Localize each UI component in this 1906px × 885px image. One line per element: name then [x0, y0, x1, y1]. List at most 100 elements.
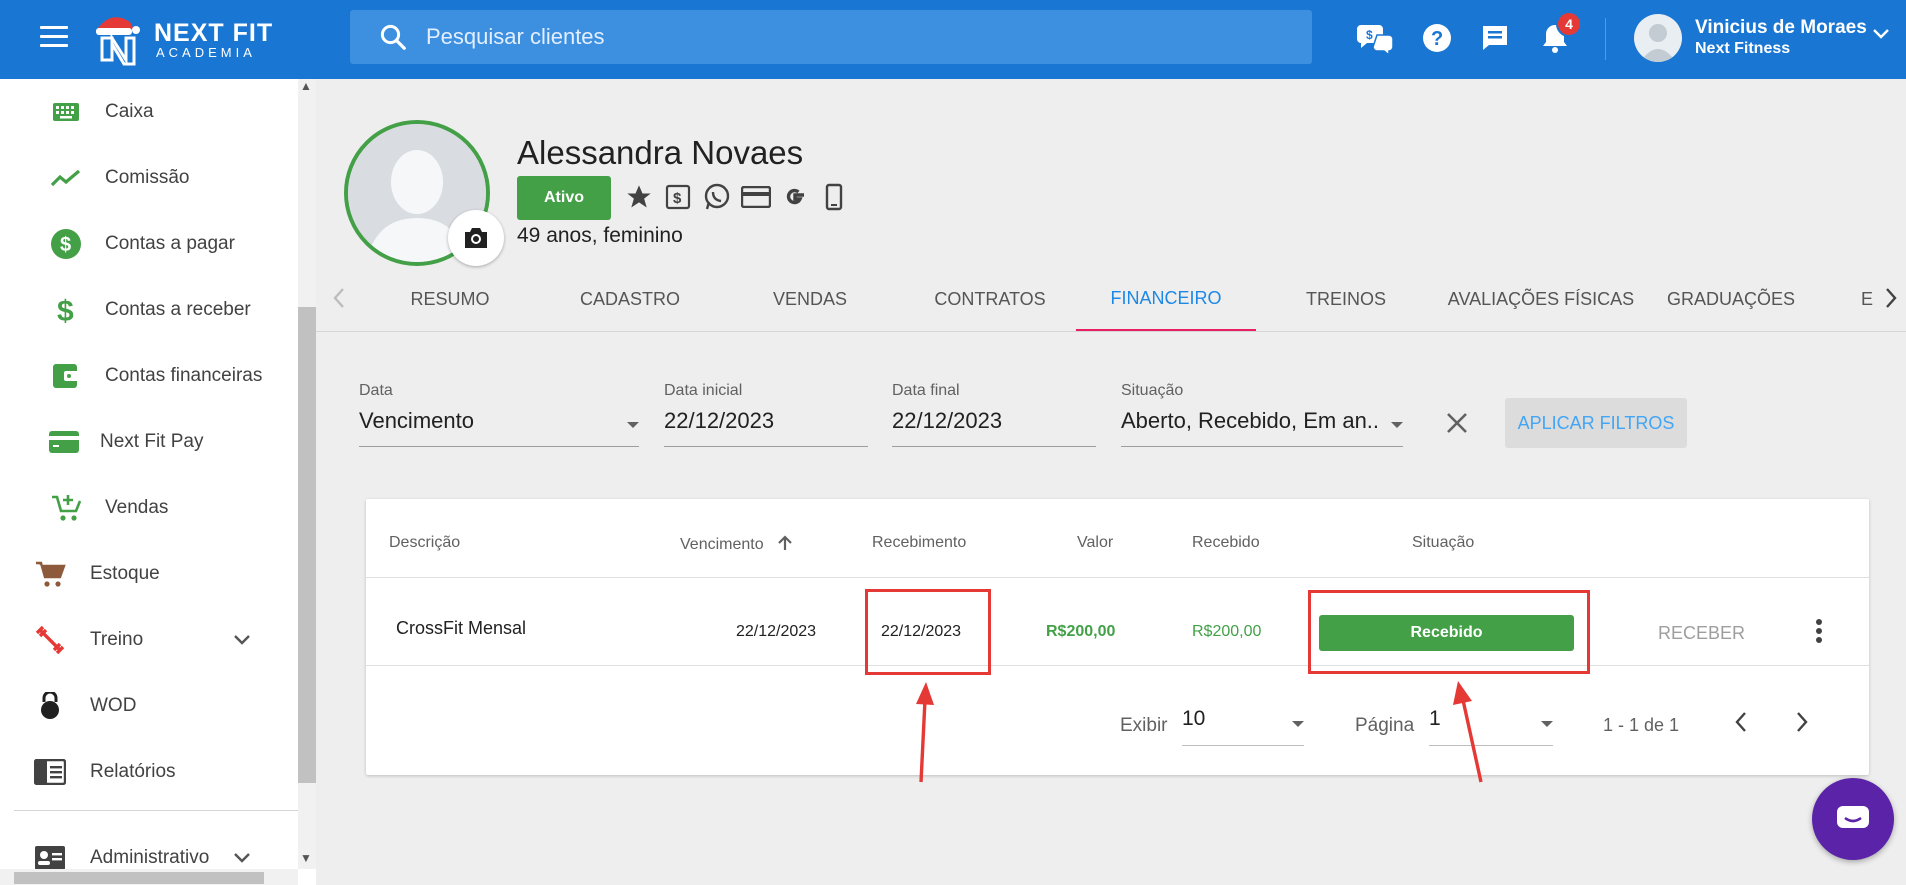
filter-data-label: Data — [359, 382, 393, 399]
pagination-exibir-label: Exibir — [1120, 715, 1168, 736]
status-badge[interactable]: Ativo — [517, 176, 611, 220]
tab-cadastro[interactable]: CADASTRO — [540, 268, 720, 331]
svg-text:$: $ — [673, 190, 682, 207]
filter-situacao[interactable]: Situação Aberto, Recebido, Em an... — [1121, 382, 1403, 448]
filter-inicial-label: Data inicial — [664, 382, 743, 399]
camera-icon[interactable] — [448, 210, 504, 266]
tab-vendas[interactable]: VENDAS — [720, 268, 900, 331]
scroll-down-icon[interactable]: ▼ — [300, 851, 312, 865]
tab-graduacoes[interactable]: GRADUAÇÕES — [1646, 268, 1816, 331]
sort-arrow-up-icon[interactable] — [776, 534, 794, 552]
chat-support-button[interactable] — [1812, 778, 1894, 860]
logo-title: NEXT FIT — [154, 19, 274, 47]
sidebar-item-estoque[interactable]: Estoque — [0, 541, 298, 607]
page-value: 1 — [1429, 707, 1441, 730]
table-divider — [366, 665, 1869, 666]
page-size-select[interactable]: 10 — [1182, 707, 1304, 747]
tab-financeiro[interactable]: FINANCEIRO — [1076, 268, 1256, 331]
sidebar-item-treino[interactable]: Treino — [0, 607, 298, 673]
filter-situacao-value: Aberto, Recebido, Em an... — [1121, 408, 1377, 433]
svg-text:$: $ — [57, 295, 74, 326]
cart-plus-icon — [48, 490, 84, 526]
whatsapp-icon[interactable] — [702, 180, 732, 214]
menu-icon[interactable] — [40, 26, 68, 50]
sidebar-scroll-thumb[interactable] — [298, 307, 316, 783]
search-icon — [380, 24, 406, 50]
sidebar: Caixa Comissão $ Contas a pagar $ Contas… — [0, 79, 316, 885]
column-header-vencimento[interactable]: Vencimento — [680, 534, 794, 554]
tab-resumo[interactable]: RESUMO — [360, 268, 540, 331]
tab-prev-icon[interactable] — [332, 286, 346, 310]
column-header-recebimento[interactable]: Recebimento — [872, 534, 966, 552]
prev-page-icon[interactable] — [1733, 709, 1749, 735]
sidebar-item-caixa[interactable]: Caixa — [0, 79, 298, 145]
star-icon[interactable] — [624, 180, 654, 214]
scroll-up-icon[interactable]: ▲ — [300, 79, 312, 93]
sidebar-item-label: Caixa — [105, 101, 154, 122]
google-icon[interactable] — [780, 180, 810, 214]
filter-data-final[interactable]: Data final 22/12/2023 — [892, 382, 1096, 448]
page-select[interactable]: 1 — [1429, 707, 1553, 747]
sidebar-hscroll-thumb[interactable] — [14, 872, 264, 884]
tab-next-icon[interactable] — [1884, 286, 1898, 310]
column-header-situacao[interactable]: Situação — [1412, 534, 1474, 552]
sidebar-item-wod[interactable]: WOD — [0, 673, 298, 739]
next-page-icon[interactable] — [1794, 709, 1810, 735]
sidebar-item-label: WOD — [90, 695, 137, 716]
column-header-descricao[interactable]: Descrição — [389, 534, 460, 552]
more-options-icon[interactable] — [1814, 617, 1824, 645]
column-header-valor[interactable]: Valor — [1077, 534, 1113, 552]
chevron-down-icon[interactable] — [232, 634, 252, 646]
topbar-divider — [1605, 18, 1606, 60]
wallet-icon — [48, 358, 84, 394]
help-icon[interactable]: ? — [1417, 18, 1457, 58]
filter-data-inicial[interactable]: Data inicial 22/12/2023 — [664, 382, 868, 448]
cell-valor: R$200,00 — [1046, 623, 1116, 640]
filter-final-value: 22/12/2023 — [892, 408, 1003, 433]
tab-contratos[interactable]: CONTRATOS — [900, 268, 1080, 331]
sidebar-item-label: Administrativo — [90, 847, 210, 868]
user-name[interactable]: Vinicius de Moraes — [1695, 17, 1867, 39]
chevron-down-icon[interactable] — [1872, 28, 1890, 40]
dollar-icon: $ — [48, 292, 84, 328]
top-bar: NEXT FIT ACADEMIA $ ? 4 Vinicius de Mora… — [0, 0, 1906, 79]
sidebar-item-label: Vendas — [105, 497, 169, 518]
sidebar-item-comissao[interactable]: Comissão — [0, 145, 298, 211]
column-header-label: Vencimento — [680, 536, 764, 553]
apply-filters-button[interactable]: APLICAR FILTROS — [1505, 398, 1687, 448]
chat-icon[interactable] — [1475, 18, 1515, 58]
pagination-range: 1 - 1 de 1 — [1603, 715, 1680, 735]
sidebar-item-vendas[interactable]: Vendas — [0, 475, 298, 541]
clear-filters-icon[interactable] — [1444, 410, 1470, 436]
credit-card-icon[interactable] — [741, 180, 771, 214]
client-quick-icons: $ — [624, 180, 849, 214]
filter-data[interactable]: Data Vencimento — [359, 382, 639, 448]
sidebar-item-contas-a-receber[interactable]: $ Contas a receber — [0, 277, 298, 343]
search-bar[interactable] — [350, 10, 1312, 64]
chevron-down-icon[interactable] — [232, 852, 252, 864]
page-size-value: 10 — [1182, 707, 1206, 730]
trending-icon — [48, 160, 84, 196]
dollar-square-icon[interactable]: $ — [663, 180, 693, 214]
sidebar-item-contas-a-pagar[interactable]: $ Contas a pagar — [0, 211, 298, 277]
user-avatar[interactable] — [1634, 14, 1682, 62]
receber-button[interactable]: RECEBER — [1658, 623, 1745, 644]
sidebar-item-next-fit-pay[interactable]: Next Fit Pay — [0, 409, 298, 475]
dropdown-caret-icon — [1292, 721, 1304, 727]
filter-inicial-value: 22/12/2023 — [664, 408, 775, 433]
chat-bubble-icon — [1837, 806, 1869, 828]
table-divider — [366, 577, 1869, 578]
tab-avaliacoes-fisicas[interactable]: AVALIAÇÕES FÍSICAS — [1436, 268, 1646, 331]
money-chat-icon[interactable]: $ — [1355, 18, 1395, 58]
sidebar-item-contas-financeiras[interactable]: Contas financeiras — [0, 343, 298, 409]
column-header-recebido[interactable]: Recebido — [1192, 534, 1260, 552]
cell-descricao: CrossFit Mensal — [396, 618, 527, 638]
sidebar-item-label: Treino — [90, 629, 144, 650]
highlight-box-situacao — [1308, 590, 1590, 674]
sidebar-item-relatorios[interactable]: Relatórios — [0, 739, 298, 805]
tab-treinos[interactable]: TREINOS — [1256, 268, 1436, 331]
cell-vencimento: 22/12/2023 — [736, 623, 817, 640]
client-info: 49 anos, feminino — [517, 224, 683, 247]
search-input[interactable] — [426, 24, 1226, 50]
phone-icon[interactable] — [819, 180, 849, 214]
